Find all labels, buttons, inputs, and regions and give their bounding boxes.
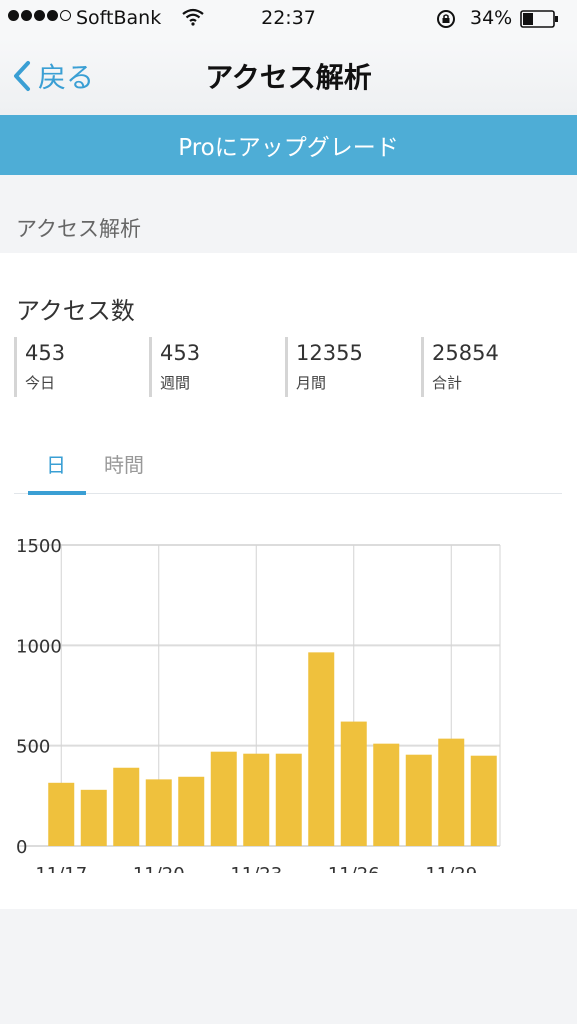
access-card: アクセス数 453 今日 453 週間 12355 月間 25854 合計 日 … [0, 253, 577, 909]
chart-bar [48, 782, 75, 846]
chart-bar [80, 789, 107, 846]
section-header-label: アクセス解析 [16, 217, 141, 241]
stat-value: 453 [160, 341, 201, 365]
chart-bar [178, 776, 205, 846]
chart-bar [438, 738, 465, 846]
chart-bar [145, 779, 172, 846]
stat-value: 453 [25, 341, 66, 365]
chart-bar [243, 753, 270, 846]
stat-today: 453 今日 [14, 337, 148, 397]
stat-label: 週間 [160, 374, 191, 392]
x-tick-label: 11/17 [35, 864, 87, 873]
y-tick-label: 0 [16, 837, 27, 858]
stat-value: 12355 [296, 341, 363, 365]
stat-total: 25854 合計 [421, 337, 555, 397]
y-tick-label: 500 [16, 737, 50, 758]
x-tick-label: 11/23 [230, 864, 282, 873]
chart-bar [210, 751, 237, 846]
navigation-bar: 戻る アクセス解析 [0, 38, 577, 115]
access-bar-chart: 0 500 1000 1500 11/17 11/20 11/23 11/26 11/29 [16, 536, 501, 873]
section-header: アクセス解析 [0, 175, 577, 253]
chart-bar [308, 652, 335, 846]
rotation-lock-icon [436, 9, 456, 34]
chart-bar [405, 754, 432, 846]
stat-label: 合計 [432, 374, 463, 392]
chart-bar [340, 721, 367, 846]
stat-label: 今日 [25, 374, 56, 392]
chart-tabs: 日 時間 [14, 439, 562, 495]
access-count-title: アクセス数 [16, 297, 135, 325]
battery-percent: 34% [470, 7, 513, 29]
x-tick-label: 11/20 [133, 864, 185, 873]
active-tab-indicator [28, 491, 86, 495]
x-tick-label: 11/29 [425, 864, 477, 873]
stat-week: 453 週間 [149, 337, 283, 397]
chart-bar [470, 755, 497, 846]
chart-bar [113, 767, 140, 846]
access-stats: 453 今日 453 週間 12355 月間 25854 合計 [14, 337, 562, 397]
y-tick-label: 1500 [16, 536, 62, 557]
tab-day[interactable]: 日 [46, 449, 66, 478]
stat-month: 12355 月間 [285, 337, 419, 397]
page-title: アクセス解析 [205, 61, 372, 94]
y-tick-label: 1000 [16, 636, 62, 657]
stat-label: 月間 [296, 374, 327, 392]
upgrade-pro-label: Proにアップグレード [178, 135, 399, 161]
stat-value: 25854 [432, 341, 499, 365]
chart-bar [275, 753, 302, 846]
tab-hour[interactable]: 時間 [104, 449, 144, 478]
status-bar: SoftBank 22:37 34% [0, 0, 577, 38]
upgrade-pro-button[interactable]: Proにアップグレード [0, 115, 577, 175]
battery-icon [520, 10, 560, 33]
chart-bar [373, 743, 400, 846]
x-tick-label: 11/26 [328, 864, 380, 873]
